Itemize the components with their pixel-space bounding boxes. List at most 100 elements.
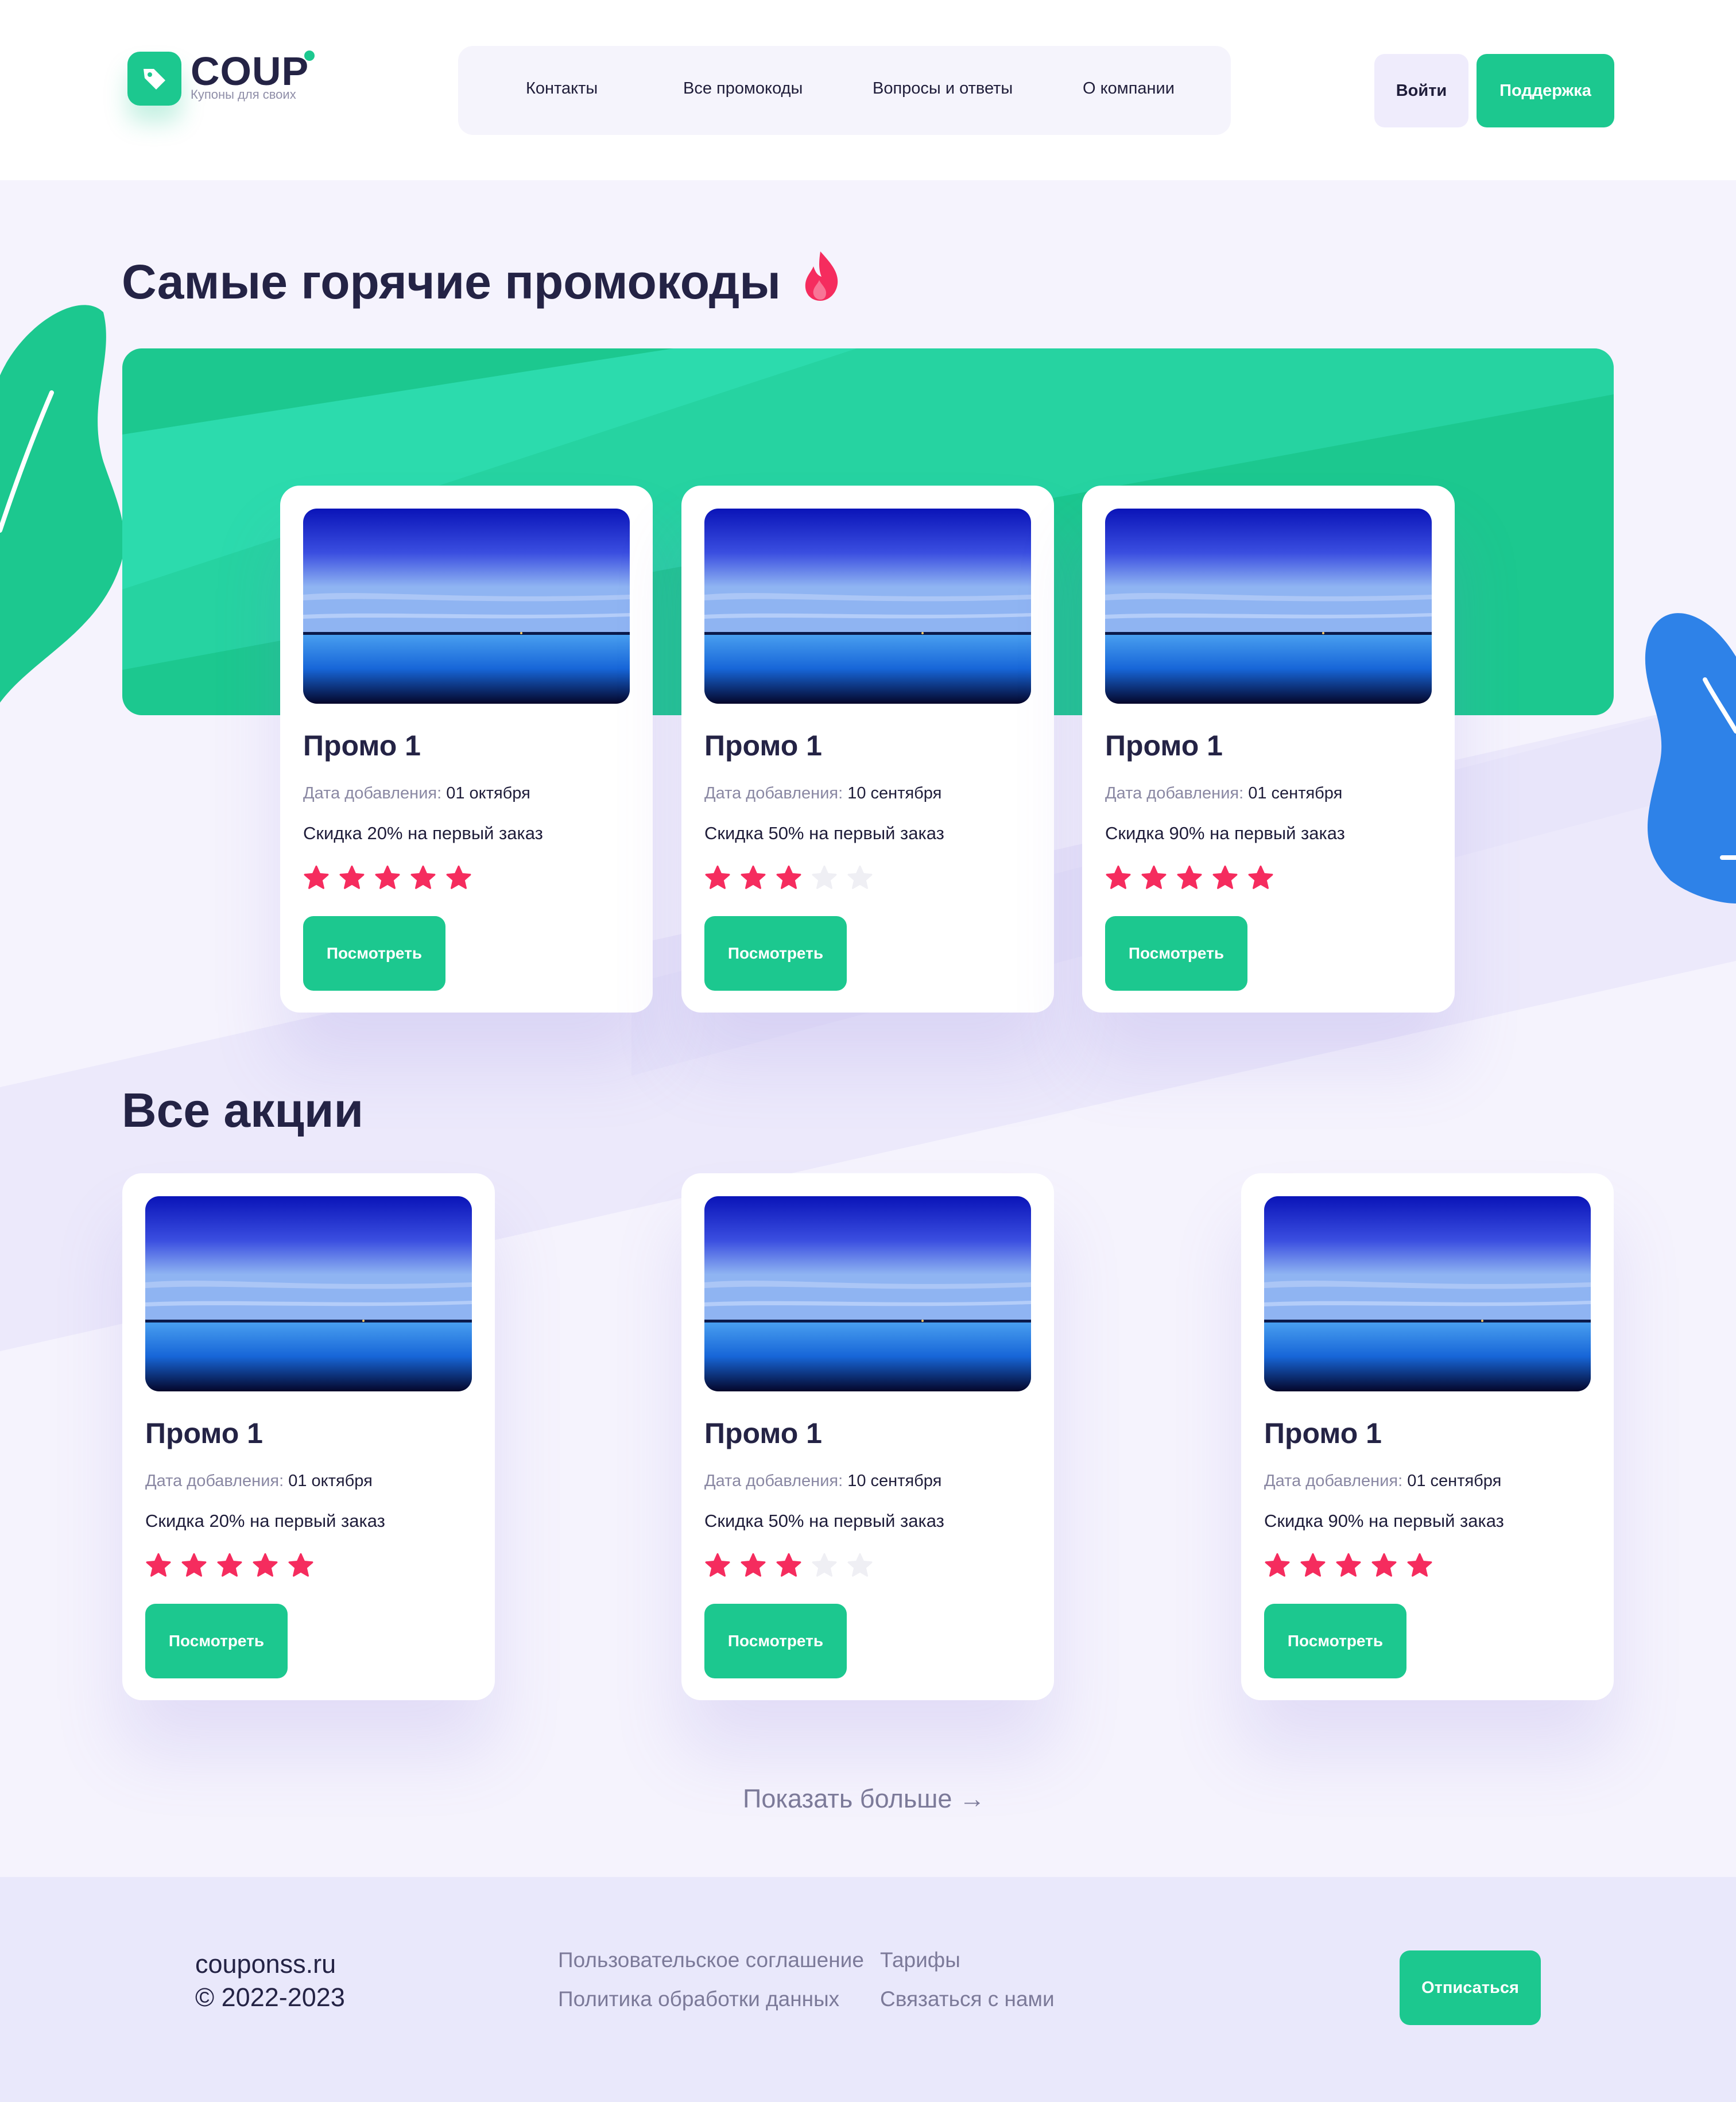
star-icon — [705, 865, 730, 889]
support-button[interactable]: Поддержка — [1477, 54, 1614, 127]
show-more-link[interactable]: Показать больше → — [743, 1784, 985, 1814]
nav-item-contacts[interactable]: Контакты — [526, 79, 598, 98]
view-button[interactable]: Посмотреть — [145, 1604, 288, 1678]
promo-title: Промо 1 — [704, 730, 822, 762]
star-icon — [847, 865, 873, 889]
promo-date-value: 10 сентября — [847, 1472, 942, 1490]
promo-title: Промо 1 — [1264, 1417, 1382, 1449]
hot-section-title-text: Самые горячие промокоды — [122, 255, 781, 309]
promo-image — [145, 1196, 472, 1391]
star-icon — [1106, 865, 1131, 889]
footer-link-tariffs[interactable]: Тарифы — [880, 1948, 960, 1972]
view-button[interactable]: Посмотреть — [1105, 916, 1247, 991]
main-nav: Контакты Все промокоды Вопросы и ответы … — [458, 46, 1231, 135]
promo-description: Скидка 50% на первый заказ — [704, 823, 944, 843]
footer-copyright: © 2022-2023 — [195, 1983, 345, 2012]
promo-date-label: Дата добавления: — [1264, 1472, 1403, 1490]
star-icon — [1371, 1553, 1397, 1577]
hot-promo-card: Промо 1 Дата добавления: 01 октября Скид… — [280, 486, 653, 1013]
star-icon — [410, 865, 436, 889]
promo-date: Дата добавления: 01 октября — [303, 784, 530, 803]
star-icon — [812, 1553, 837, 1577]
unsubscribe-button[interactable]: Отписаться — [1400, 1950, 1541, 2025]
star-icon — [181, 1553, 207, 1577]
login-button[interactable]: Войти — [1374, 54, 1468, 127]
promo-date-label: Дата добавления: — [303, 784, 442, 802]
star-icon — [776, 1553, 801, 1577]
star-icon — [812, 865, 837, 889]
promo-date-value: 01 октября — [446, 784, 530, 802]
footer-link-privacy-policy[interactable]: Политика обработки данных — [558, 1987, 839, 2011]
star-icon — [1265, 1553, 1290, 1577]
promo-image — [303, 509, 630, 704]
promo-date: Дата добавления: 10 сентября — [704, 784, 941, 803]
star-icon — [446, 865, 471, 889]
star-icon — [288, 1553, 313, 1577]
star-icon — [741, 865, 766, 889]
site-footer: couponss.ru © 2022-2023 Пользовательское… — [0, 1877, 1736, 2102]
promo-date-label: Дата добавления: — [704, 784, 843, 802]
nav-item-about[interactable]: О компании — [1083, 79, 1175, 98]
leaf-decoration-right — [1645, 613, 1736, 903]
promo-date-label: Дата добавления: — [704, 1472, 843, 1490]
star-icon — [253, 1553, 278, 1577]
star-icon — [146, 1553, 171, 1577]
hot-promo-card: Промо 1 Дата добавления: 10 сентября Ски… — [681, 486, 1054, 1013]
star-icon — [1336, 1553, 1361, 1577]
star-icon — [776, 865, 801, 889]
main-content: Самые горячие промокоды Промо 1 Дата доб… — [0, 180, 1736, 1877]
promo-card: Промо 1 Дата добавления: 01 сентября Ски… — [1241, 1173, 1614, 1700]
promo-date: Дата добавления: 10 сентября — [704, 1472, 941, 1491]
nav-item-faq[interactable]: Вопросы и ответы — [873, 79, 1013, 98]
fire-icon — [805, 251, 838, 301]
promo-title: Промо 1 — [145, 1417, 263, 1449]
star-icon — [339, 865, 365, 889]
star-icon — [741, 1553, 766, 1577]
star-icon — [1177, 865, 1202, 889]
star-icon — [847, 1553, 873, 1577]
promo-date-value: 10 сентября — [847, 784, 942, 802]
logo-tagline: Купоны для своих — [191, 87, 296, 102]
promo-date: Дата добавления: 01 сентября — [1264, 1472, 1501, 1491]
promo-description: Скидка 90% на первый заказ — [1105, 823, 1345, 843]
promo-image — [704, 1196, 1031, 1391]
promo-description: Скидка 50% на первый заказ — [704, 1511, 944, 1531]
promo-card: Промо 1 Дата добавления: 10 сентября Ски… — [681, 1173, 1054, 1700]
view-button[interactable]: Посмотреть — [1264, 1604, 1406, 1678]
promo-title: Промо 1 — [704, 1417, 822, 1449]
footer-link-user-agreement[interactable]: Пользовательское соглашение — [558, 1948, 864, 1972]
promo-date: Дата добавления: 01 сентября — [1105, 784, 1342, 803]
promo-date: Дата добавления: 01 октября — [145, 1472, 373, 1491]
promo-date-label: Дата добавления: — [145, 1472, 284, 1490]
star-icon — [1407, 1553, 1432, 1577]
site-header: COUP Купоны для своих Контакты Все промо… — [0, 0, 1736, 180]
star-icon — [1141, 865, 1167, 889]
view-button[interactable]: Посмотреть — [704, 916, 847, 991]
promo-description: Скидка 20% на первый заказ — [145, 1511, 385, 1531]
promo-title: Промо 1 — [303, 730, 421, 762]
promo-date-value: 01 сентября — [1248, 784, 1343, 802]
promo-card: Промо 1 Дата добавления: 01 октября Скид… — [122, 1173, 495, 1700]
star-icon — [375, 865, 400, 889]
promo-title: Промо 1 — [1105, 730, 1223, 762]
promo-date-value: 01 сентября — [1407, 1472, 1502, 1490]
promo-date-label: Дата добавления: — [1105, 784, 1244, 802]
star-icon — [1248, 865, 1273, 889]
view-button[interactable]: Посмотреть — [303, 916, 445, 991]
nav-item-all-promocodes[interactable]: Все промокоды — [683, 79, 803, 98]
star-icon — [705, 1553, 730, 1577]
logo[interactable]: COUP Купоны для своих — [127, 49, 334, 130]
promo-image — [1264, 1196, 1591, 1391]
promo-description: Скидка 20% на первый заказ — [303, 823, 543, 843]
star-icon — [217, 1553, 242, 1577]
all-section-title: Все акции — [122, 1083, 364, 1137]
promo-description: Скидка 90% на первый заказ — [1264, 1511, 1504, 1531]
logo-dot — [304, 51, 315, 61]
star-icon — [304, 865, 329, 889]
hot-section-title: Самые горячие промокоды — [122, 250, 840, 310]
view-button[interactable]: Посмотреть — [704, 1604, 847, 1678]
tag-icon — [127, 52, 181, 106]
promo-image — [704, 509, 1031, 704]
promo-image — [1105, 509, 1432, 704]
footer-link-contact-us[interactable]: Связаться с нами — [880, 1987, 1055, 2011]
